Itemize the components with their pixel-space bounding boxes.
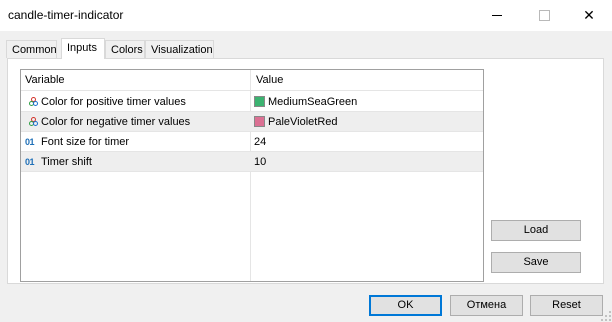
value-label: PaleVioletRed: [268, 116, 338, 128]
variable-label: Color for positive timer values: [41, 96, 186, 108]
grid-row-timer-shift[interactable]: 01 Timer shift 10: [21, 152, 483, 172]
tab-visualization[interactable]: Visualization: [145, 40, 214, 58]
integer-01-icon: 01: [25, 157, 35, 167]
value-cell[interactable]: 24: [254, 132, 266, 152]
close-icon: ✕: [583, 7, 595, 23]
reset-button[interactable]: Reset: [530, 295, 603, 316]
inputs-panel: Variable Value Color for positive timer …: [7, 58, 604, 284]
variable-label: Timer shift: [41, 156, 92, 168]
grid-row-font-size[interactable]: 01 Font size for timer 24: [21, 132, 483, 152]
color-swatch: [254, 116, 265, 127]
color-swatch: [254, 96, 265, 107]
column-header-value: Value: [256, 74, 284, 86]
variable-label: Color for negative timer values: [41, 116, 191, 128]
color-palette-icon: [29, 117, 39, 127]
resize-grip-icon[interactable]: [601, 311, 611, 321]
close-button[interactable]: ✕: [566, 0, 612, 31]
integer-01-icon: 01: [25, 137, 35, 147]
minimize-button[interactable]: [475, 0, 521, 31]
save-button[interactable]: Save: [491, 252, 581, 273]
title-bar: candle-timer-indicator ✕: [0, 0, 612, 31]
tab-inputs[interactable]: Inputs: [61, 38, 105, 59]
value-label: MediumSeaGreen: [268, 96, 358, 108]
minimize-icon: [492, 15, 502, 16]
grid-row-positive-color[interactable]: Color for positive timer values MediumSe…: [21, 92, 483, 112]
cancel-button[interactable]: Отмена: [450, 295, 523, 316]
grid-row-negative-color[interactable]: Color for negative timer values PaleViol…: [21, 112, 483, 132]
load-button[interactable]: Load: [491, 220, 581, 241]
value-cell[interactable]: 10: [254, 152, 266, 172]
grid-header: Variable Value: [21, 70, 483, 91]
tab-colors[interactable]: Colors: [105, 40, 145, 58]
window-title: candle-timer-indicator: [8, 8, 124, 22]
tab-common[interactable]: Common: [6, 40, 57, 58]
ok-button[interactable]: OK: [369, 295, 442, 316]
column-header-variable: Variable: [25, 74, 65, 86]
maximize-button: [521, 0, 567, 31]
maximize-icon: [539, 10, 550, 21]
color-palette-icon: [29, 97, 39, 107]
variable-label: Font size for timer: [41, 136, 130, 148]
inputs-grid: Variable Value Color for positive timer …: [20, 69, 484, 282]
